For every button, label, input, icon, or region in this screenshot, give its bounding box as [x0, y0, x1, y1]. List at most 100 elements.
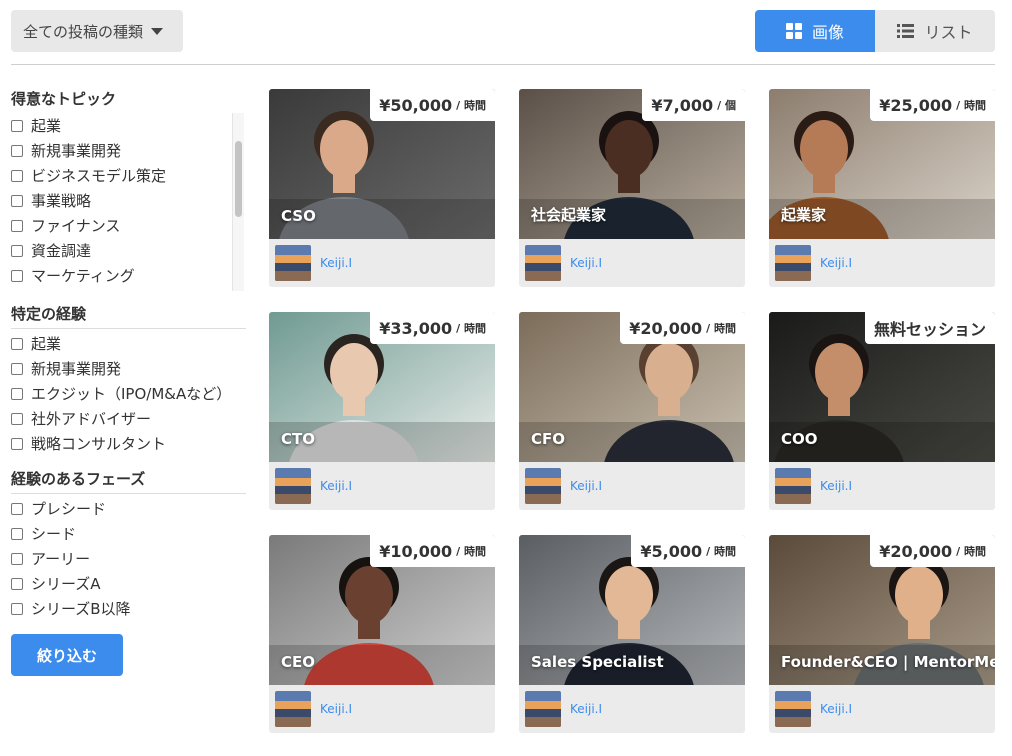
experience-option[interactable]: 社外アドバイザー — [11, 406, 246, 431]
checkbox-icon[interactable] — [11, 577, 23, 590]
checkbox-icon[interactable] — [11, 502, 23, 515]
author-link[interactable]: Keiji.I — [570, 479, 602, 493]
mentor-card[interactable]: ¥20,000/ 時間 Founder&CEO | MentorMe Keiji.I — [769, 535, 995, 733]
topics-scrollbar-thumb[interactable] — [235, 141, 242, 217]
checkbox-icon[interactable] — [11, 437, 23, 450]
topic-option[interactable]: マーケティング — [11, 263, 246, 288]
image-view-button[interactable]: 画像 — [755, 10, 875, 52]
card-photo[interactable]: ¥33,000/ 時間 CTO — [269, 312, 495, 462]
topic-option[interactable]: ビジネスモデル策定 — [11, 163, 246, 188]
author-avatar[interactable] — [525, 691, 561, 727]
topic-option-label: 資金調達 — [31, 242, 92, 260]
topic-option-label: ファイナンス — [31, 217, 121, 235]
checkbox-icon[interactable] — [11, 602, 23, 615]
author-avatar[interactable] — [275, 245, 311, 281]
card-photo[interactable]: ¥25,000/ 時間 起業家 — [769, 89, 995, 239]
card-title: COO — [781, 430, 818, 448]
phase-option[interactable]: アーリー — [11, 546, 246, 571]
card-title: CEO — [281, 653, 316, 671]
price-tag: ¥10,000/ 時間 — [370, 535, 495, 567]
card-title: 社会起業家 — [531, 206, 607, 224]
checkbox-icon[interactable] — [11, 169, 23, 182]
author-link[interactable]: Keiji.I — [820, 479, 852, 493]
checkbox-icon[interactable] — [11, 527, 23, 540]
author-link[interactable]: Keiji.I — [820, 702, 852, 716]
author-avatar[interactable] — [525, 245, 561, 281]
card-author-row: Keiji.I — [519, 685, 745, 733]
experience-option-label: 起業 — [31, 335, 62, 353]
author-link[interactable]: Keiji.I — [570, 702, 602, 716]
phase-option[interactable]: シリーズA — [11, 571, 246, 596]
apply-filter-button[interactable]: 絞り込む — [11, 634, 123, 676]
checkbox-icon[interactable] — [11, 244, 23, 257]
card-author-row: Keiji.I — [269, 685, 495, 733]
checkbox-icon[interactable] — [11, 269, 23, 282]
author-link[interactable]: Keiji.I — [820, 256, 852, 270]
phase-option[interactable]: シード — [11, 521, 246, 546]
author-avatar[interactable] — [775, 691, 811, 727]
checkbox-icon[interactable] — [11, 219, 23, 232]
mentor-card[interactable]: ¥25,000/ 時間 起業家 Keiji.I — [769, 89, 995, 287]
card-author-row: Keiji.I — [769, 685, 995, 733]
list-view-button[interactable]: リスト — [875, 10, 995, 52]
card-photo[interactable]: ¥10,000/ 時間 CEO — [269, 535, 495, 685]
phase-option[interactable]: シリーズB以降 — [11, 596, 246, 621]
price-tag: ¥25,000/ 時間 — [870, 89, 995, 121]
mentor-card[interactable]: ¥5,000/ 時間 Sales Specialist Keiji.I — [519, 535, 745, 733]
card-title: Sales Specialist — [531, 653, 664, 671]
experience-filter-list: 起業新規事業開発 エクジット（IPO/M&Aなど） 社外アドバイザー 戦略コンサルタン… — [11, 331, 246, 456]
price-tag: ¥33,000/ 時間 — [370, 312, 495, 344]
checkbox-icon[interactable] — [11, 119, 23, 132]
author-link[interactable]: Keiji.I — [570, 256, 602, 270]
author-avatar[interactable] — [775, 245, 811, 281]
phase-option-label: シリーズA — [31, 575, 101, 593]
card-photo[interactable]: ¥20,000/ 時間 Founder&CEO | MentorMe — [769, 535, 995, 685]
mentor-card[interactable]: 無料セッション COO Keiji.I — [769, 312, 995, 510]
author-avatar[interactable] — [275, 468, 311, 504]
author-link[interactable]: Keiji.I — [320, 479, 352, 493]
mentor-card[interactable]: ¥20,000/ 時間 CFO Keiji.I — [519, 312, 745, 510]
topic-option[interactable]: 資金調達 — [11, 238, 246, 263]
price-tag: ¥50,000/ 時間 — [370, 89, 495, 121]
mentor-card[interactable]: ¥50,000/ 時間 CSO Keiji.I — [269, 89, 495, 287]
price-amount: 無料セッション — [873, 320, 986, 339]
checkbox-icon[interactable] — [11, 144, 23, 157]
card-photo[interactable]: ¥50,000/ 時間 CSO — [269, 89, 495, 239]
experience-option[interactable]: エクジット（IPO/M&Aなど） — [11, 381, 246, 406]
topics-filter-title: 得意なトピック — [11, 90, 117, 108]
author-link[interactable]: Keiji.I — [320, 702, 352, 716]
checkbox-icon[interactable] — [11, 387, 23, 400]
experience-option[interactable]: 戦略コンサルタント — [11, 431, 246, 456]
topic-option[interactable]: 新規事業開発 — [11, 138, 246, 163]
card-photo[interactable]: ¥7,000/ 個社会起業家 — [519, 89, 745, 239]
mentor-card[interactable]: ¥10,000/ 時間 CEO Keiji.I — [269, 535, 495, 733]
checkbox-icon[interactable] — [11, 552, 23, 565]
topic-option[interactable]: 事業戦略 — [11, 188, 246, 213]
grid-icon — [785, 23, 802, 39]
experience-option[interactable]: 起業 — [11, 331, 246, 356]
author-link[interactable]: Keiji.I — [320, 256, 352, 270]
checkbox-icon[interactable] — [11, 337, 23, 350]
topics-filter-list[interactable]: 起業 新規事業開発 ビジネスモデル策定 事業戦略ファイナンス 資金調達マーケティング — [11, 113, 246, 291]
post-type-dropdown[interactable]: 全ての投稿の種類 — [11, 10, 183, 52]
experience-option[interactable]: 新規事業開発 — [11, 356, 246, 381]
checkbox-icon[interactable] — [11, 362, 23, 375]
phase-option[interactable]: プレシード — [11, 496, 246, 521]
card-title: CTO — [281, 430, 315, 448]
topic-option[interactable]: 起業 — [11, 113, 246, 138]
author-avatar[interactable] — [275, 691, 311, 727]
view-toggle: 画像 リスト — [755, 10, 995, 52]
author-avatar[interactable] — [775, 468, 811, 504]
card-photo[interactable]: ¥20,000/ 時間 CFO — [519, 312, 745, 462]
price-unit: / 個 — [717, 99, 736, 112]
mentor-card[interactable]: ¥33,000/ 時間 CTO Keiji.I — [269, 312, 495, 510]
card-photo[interactable]: 無料セッション COO — [769, 312, 995, 462]
topic-option[interactable]: ファイナンス — [11, 213, 246, 238]
image-view-label: 画像 — [811, 23, 844, 42]
checkbox-icon[interactable] — [11, 194, 23, 207]
price-tag: 無料セッション — [864, 312, 995, 344]
author-avatar[interactable] — [525, 468, 561, 504]
checkbox-icon[interactable] — [11, 412, 23, 425]
card-photo[interactable]: ¥5,000/ 時間 Sales Specialist — [519, 535, 745, 685]
mentor-card[interactable]: ¥7,000/ 個社会起業家 Keiji.I — [519, 89, 745, 287]
